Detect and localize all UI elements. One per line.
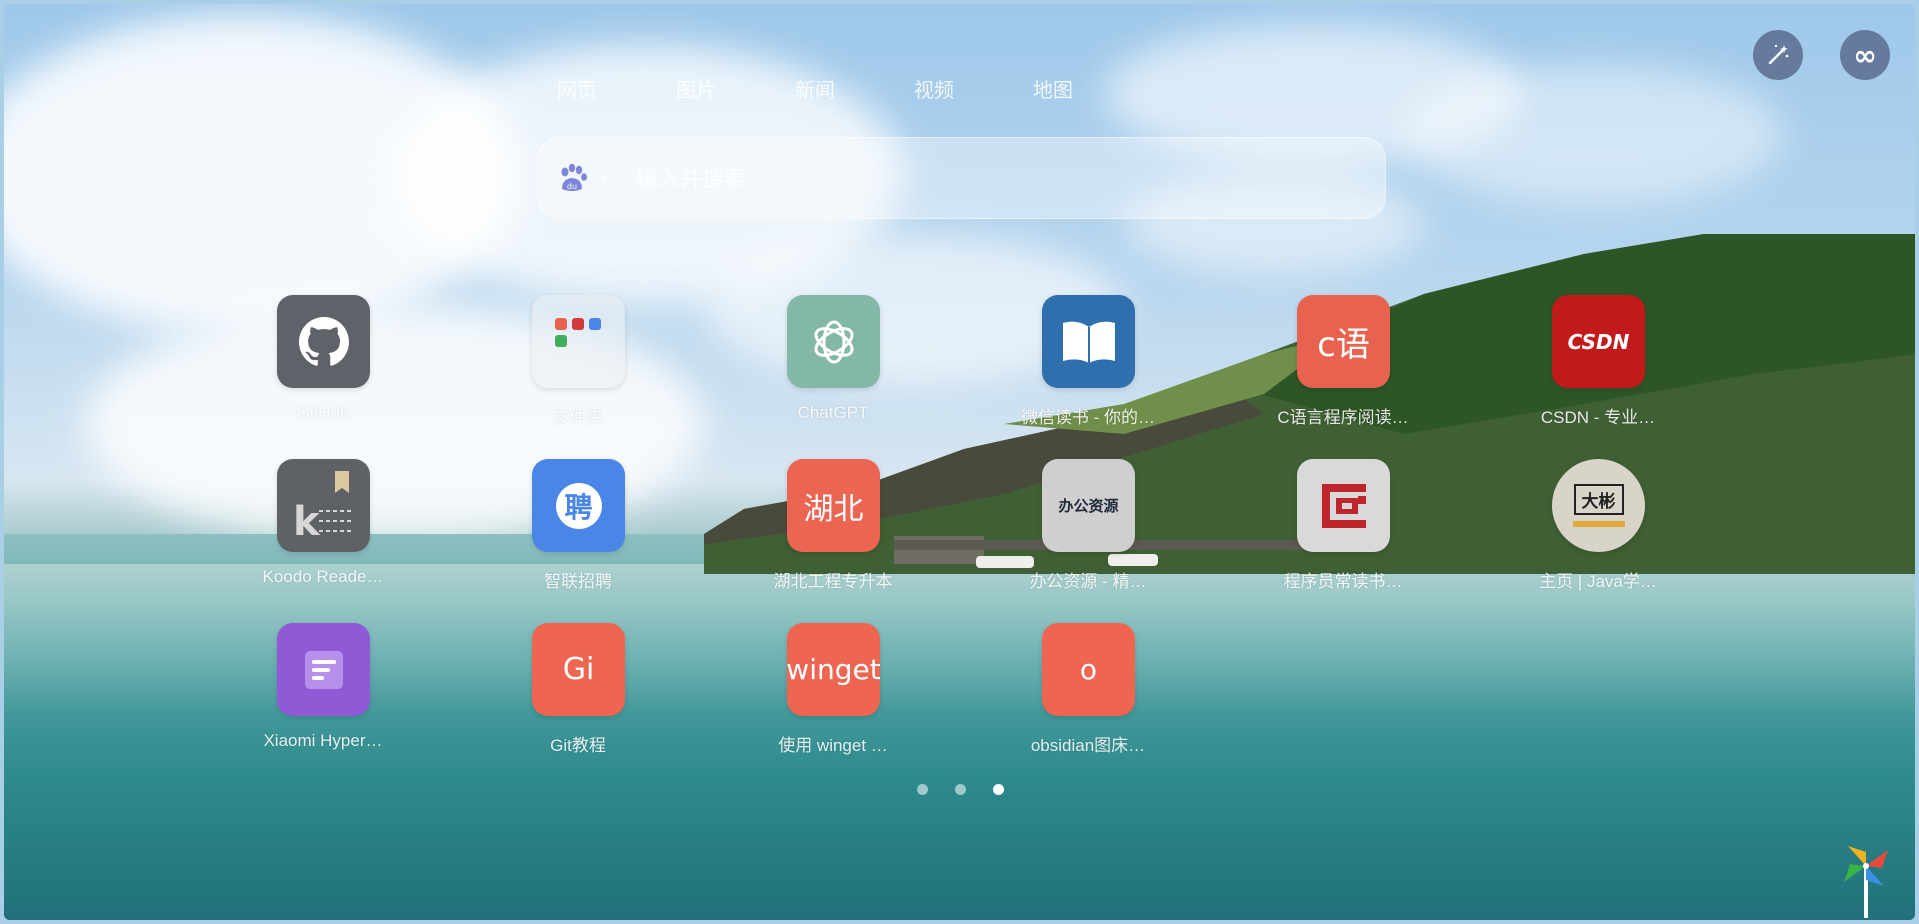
book-icon bbox=[1062, 321, 1115, 363]
app-label: 使用 winget … bbox=[778, 736, 888, 755]
text-icon: winget bbox=[787, 653, 880, 686]
app-label: Koodo Reade… bbox=[262, 567, 384, 586]
page-dot-1[interactable] bbox=[917, 784, 928, 795]
search-engine-selector[interactable]: du bbox=[556, 160, 614, 196]
app-obsidian[interactable]: o obsidian图床… bbox=[1002, 623, 1152, 763]
app-label: 程序员常读书… bbox=[1283, 572, 1403, 591]
reader-icon bbox=[1321, 483, 1366, 528]
app-label: Xiaomi Hyper… bbox=[263, 731, 383, 750]
wallpaper-magic-button[interactable] bbox=[1753, 30, 1803, 80]
tab-video[interactable]: 视频 bbox=[914, 74, 954, 103]
app-label: 智联招聘 bbox=[544, 572, 612, 591]
app-office-resource[interactable]: 办公资源 办公资源 - 精… bbox=[1002, 459, 1152, 599]
folder-icon bbox=[554, 317, 601, 347]
app-hubei-exam[interactable]: 湖北 湖北工程专升本 bbox=[747, 459, 897, 599]
search-input[interactable] bbox=[634, 156, 1358, 202]
app-label: 微信读书 - 你的… bbox=[1020, 408, 1156, 427]
svg-text:du: du bbox=[567, 182, 577, 191]
openai-icon bbox=[813, 320, 854, 363]
csdn-icon: CSDN bbox=[1567, 329, 1630, 354]
app-chatgpt[interactable]: ChatGPT bbox=[747, 295, 897, 435]
baidu-paw-icon: du bbox=[561, 163, 587, 191]
tab-news[interactable]: 新闻 bbox=[795, 74, 835, 103]
office-resource-icon: 办公资源 bbox=[1058, 497, 1119, 515]
koodo-icon: k bbox=[293, 470, 351, 541]
app-label: C语言程序阅读… bbox=[1277, 408, 1409, 427]
app-github[interactable]: GitHub bbox=[237, 295, 387, 435]
app-csdn[interactable]: CSDN CSDN - 专业… bbox=[1512, 295, 1662, 435]
page-dot-2[interactable] bbox=[955, 784, 966, 795]
magic-wand-icon bbox=[1768, 44, 1789, 65]
app-label: 主页 | Java学… bbox=[1539, 572, 1657, 591]
notes-icon bbox=[304, 650, 343, 689]
app-label: 文件夹 bbox=[552, 408, 604, 427]
tab-map[interactable]: 地图 bbox=[1033, 74, 1073, 103]
tab-images[interactable]: 图片 bbox=[676, 74, 716, 103]
app-folder[interactable]: 文件夹 bbox=[492, 295, 642, 435]
github-icon bbox=[298, 316, 349, 366]
app-dabin-java[interactable]: 大彬 主页 | Java学… bbox=[1512, 459, 1662, 599]
app-programmer-books[interactable]: 程序员常读书… bbox=[1257, 459, 1407, 599]
dabin-icon: 大彬 bbox=[1572, 484, 1625, 527]
app-label: 办公资源 - 精… bbox=[1029, 572, 1147, 591]
svg-text:k: k bbox=[293, 499, 321, 541]
app-winget[interactable]: winget 使用 winget … bbox=[747, 623, 897, 763]
app-zhilian[interactable]: 聘 智联招聘 bbox=[492, 459, 642, 599]
app-xiaomi-hyper[interactable]: Xiaomi Hyper… bbox=[237, 623, 387, 763]
app-label: CSDN - 专业… bbox=[1540, 408, 1656, 427]
app-label: obsidian图床… bbox=[1030, 736, 1146, 755]
chevron-down-icon bbox=[600, 176, 608, 181]
app-c-language[interactable]: c语 C语言程序阅读… bbox=[1257, 295, 1409, 435]
zhilian-icon: 聘 bbox=[555, 482, 602, 529]
infinity-button[interactable]: ∞ bbox=[1840, 30, 1890, 80]
app-label: ChatGPT bbox=[797, 403, 869, 422]
page-dot-3[interactable] bbox=[993, 784, 1004, 795]
infinity-icon: ∞ bbox=[1853, 38, 1877, 72]
app-git-tutorial[interactable]: Gi Git教程 bbox=[492, 623, 642, 763]
app-koodo-reader[interactable]: k Koodo Reade… bbox=[237, 459, 387, 599]
pinwheel-icon[interactable] bbox=[1838, 838, 1894, 918]
app-weread[interactable]: 微信读书 - 你的… bbox=[1002, 295, 1155, 435]
tab-web[interactable]: 网页 bbox=[557, 74, 597, 103]
app-label: Git教程 bbox=[550, 736, 606, 755]
text-icon: Gi bbox=[562, 652, 595, 687]
search-bar: du bbox=[537, 137, 1386, 219]
app-label: 湖北工程专升本 bbox=[773, 572, 893, 591]
text-icon: o bbox=[1079, 653, 1098, 686]
app-label: GitHub bbox=[296, 403, 350, 422]
text-icon: 湖北 bbox=[803, 491, 864, 527]
text-icon: c语 bbox=[1317, 325, 1370, 365]
